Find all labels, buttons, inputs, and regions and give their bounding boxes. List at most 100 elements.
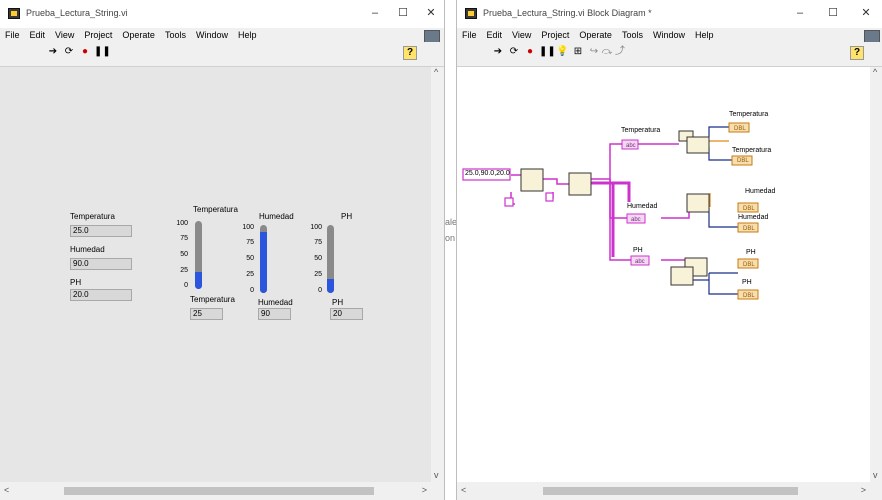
run-continuously-icon[interactable]: ⟳ bbox=[508, 46, 520, 58]
maximize-button[interactable]: ☐ bbox=[822, 5, 844, 21]
menu-help[interactable]: Help bbox=[233, 28, 262, 42]
step-over-icon[interactable]: ⤼ bbox=[601, 46, 613, 58]
scan-from-string-node[interactable] bbox=[568, 172, 592, 196]
vertical-scrollbar[interactable]: ^ v bbox=[870, 67, 882, 482]
menu-tools[interactable]: Tools bbox=[617, 28, 648, 42]
menu-operate[interactable]: Operate bbox=[574, 28, 617, 42]
ph-gauge-caption: PH bbox=[332, 298, 344, 307]
menu-window[interactable]: Window bbox=[648, 28, 690, 42]
minimize-button[interactable]: – bbox=[789, 5, 811, 21]
front-panel-canvas[interactable]: Temperatura 25.0 Humedad 90.0 PH 20.0 Te… bbox=[0, 67, 431, 482]
scan-from-string-node[interactable] bbox=[520, 168, 544, 192]
menu-project[interactable]: Project bbox=[536, 28, 574, 42]
step-into-icon[interactable]: ↪ bbox=[588, 46, 600, 58]
labview-vi-icon bbox=[465, 8, 477, 19]
output-label: Temperatura bbox=[729, 111, 769, 118]
menu-edit[interactable]: Edit bbox=[482, 28, 508, 42]
ph-digital-display: 20 bbox=[330, 308, 363, 320]
local-type-text: abc bbox=[626, 143, 636, 149]
scroll-down-icon[interactable]: v bbox=[873, 470, 878, 480]
bundle-node[interactable] bbox=[670, 266, 694, 286]
humedad-gauge-fill bbox=[260, 231, 267, 293]
humedad-gauge-caption: Humedad bbox=[258, 298, 293, 307]
horizontal-scrollbar[interactable]: < > bbox=[0, 482, 431, 500]
menu-project[interactable]: Project bbox=[79, 28, 117, 42]
maximize-button[interactable]: ☐ bbox=[392, 5, 414, 21]
ph-local-label: PH bbox=[633, 247, 643, 254]
scroll-up-icon[interactable]: ^ bbox=[434, 67, 438, 77]
help-button[interactable]: ? bbox=[403, 46, 417, 60]
block-diagram-canvas[interactable]: 25.0,90.0,20.0 Temperatura abc Humedad a… bbox=[457, 67, 870, 482]
dbl-type-text: DBL bbox=[743, 262, 755, 268]
output-label: Humedad bbox=[745, 188, 776, 195]
run-continuously-icon[interactable]: ⟳ bbox=[63, 46, 75, 58]
ph-tick: 100 bbox=[310, 224, 322, 231]
scroll-thumb[interactable] bbox=[64, 487, 374, 495]
thermo-tick: 25 bbox=[180, 267, 188, 274]
local-type-text: abc bbox=[631, 217, 641, 223]
scroll-right-icon[interactable]: > bbox=[422, 485, 427, 495]
bundle-node[interactable] bbox=[686, 136, 710, 154]
menu-tools[interactable]: Tools bbox=[160, 28, 191, 42]
humedad-tick: 25 bbox=[246, 271, 254, 278]
pause-icon[interactable]: ❚❚ bbox=[94, 46, 111, 58]
scroll-left-icon[interactable]: < bbox=[461, 485, 466, 495]
thermo-tick: 75 bbox=[180, 235, 188, 242]
pause-icon[interactable]: ❚❚ bbox=[539, 46, 556, 58]
menu-file[interactable]: File bbox=[457, 28, 482, 42]
thermo-tick: 100 bbox=[176, 220, 188, 227]
output-label: Humedad bbox=[738, 214, 769, 221]
scroll-left-icon[interactable]: < bbox=[4, 485, 9, 495]
menu-view[interactable]: View bbox=[507, 28, 536, 42]
labview-vi-icon bbox=[8, 8, 20, 19]
menu-help[interactable]: Help bbox=[690, 28, 719, 42]
background-text-fragment: on bbox=[445, 233, 456, 243]
dbl-type-text: DBL bbox=[737, 158, 749, 164]
menu-file[interactable]: File bbox=[0, 28, 25, 42]
scroll-right-icon[interactable]: > bbox=[861, 485, 866, 495]
humedad-gauge-title: Humedad bbox=[259, 212, 294, 221]
menu-operate[interactable]: Operate bbox=[117, 28, 160, 42]
scroll-down-icon[interactable]: v bbox=[434, 470, 439, 480]
menu-bar: File Edit View Project Operate Tools Window Hel… bbox=[0, 28, 444, 42]
menu-edit[interactable]: Edit bbox=[25, 28, 51, 42]
step-out-icon[interactable]: ⤴ bbox=[614, 46, 626, 58]
ph-label: PH bbox=[70, 278, 82, 287]
local-type-text: abc bbox=[635, 259, 645, 265]
thermometer-caption: Temperatura bbox=[190, 295, 235, 304]
string-terminal[interactable] bbox=[504, 197, 514, 207]
ph-tick: 0 bbox=[318, 287, 322, 294]
abort-icon[interactable]: ● bbox=[79, 46, 91, 58]
title-bar: Prueba_Lectura_String.vi – ☐ ✕ bbox=[0, 0, 444, 28]
thermometer-fill bbox=[195, 272, 202, 289]
bundle-node[interactable] bbox=[686, 193, 710, 213]
help-button[interactable]: ? bbox=[850, 46, 864, 60]
dbl-type-text: DBL bbox=[734, 126, 746, 132]
close-button[interactable]: ✕ bbox=[420, 5, 442, 21]
ph-tick: 75 bbox=[314, 239, 322, 246]
humedad-indicator: 90.0 bbox=[70, 258, 132, 270]
string-terminal[interactable] bbox=[545, 192, 554, 202]
thermometer-title: Temperatura bbox=[193, 205, 238, 214]
highlight-execution-icon[interactable]: 💡 bbox=[556, 46, 568, 58]
run-arrow-icon[interactable]: ➔ bbox=[492, 46, 504, 58]
menu-view[interactable]: View bbox=[50, 28, 79, 42]
minimize-button[interactable]: – bbox=[364, 5, 386, 21]
run-arrow-icon[interactable]: ➔ bbox=[47, 46, 59, 58]
humedad-label: Humedad bbox=[70, 245, 105, 254]
string-constant-text: 25.0,90.0,20.0 bbox=[465, 170, 510, 177]
thermometer-tube bbox=[195, 221, 202, 289]
humedad-tick: 0 bbox=[250, 287, 254, 294]
dbl-type-text: DBL bbox=[743, 293, 755, 299]
horizontal-scrollbar[interactable]: < > bbox=[457, 482, 870, 500]
close-button[interactable]: ✕ bbox=[855, 5, 877, 21]
scroll-up-icon[interactable]: ^ bbox=[873, 67, 877, 77]
scroll-thumb[interactable] bbox=[543, 487, 798, 495]
toolbar: ➔ ⟳ ● ❚❚ 💡 ⊞ ↪ ⤼ ⤴ ? bbox=[457, 42, 882, 67]
front-panel-window: Prueba_Lectura_String.vi – ☐ ✕ File Edit V… bbox=[0, 0, 445, 500]
vertical-scrollbar[interactable]: ^ v bbox=[431, 67, 444, 482]
menu-window[interactable]: Window bbox=[191, 28, 233, 42]
retain-wire-values-icon[interactable]: ⊞ bbox=[572, 46, 584, 58]
abort-icon[interactable]: ● bbox=[524, 46, 536, 58]
humedad-tick: 75 bbox=[246, 239, 254, 246]
